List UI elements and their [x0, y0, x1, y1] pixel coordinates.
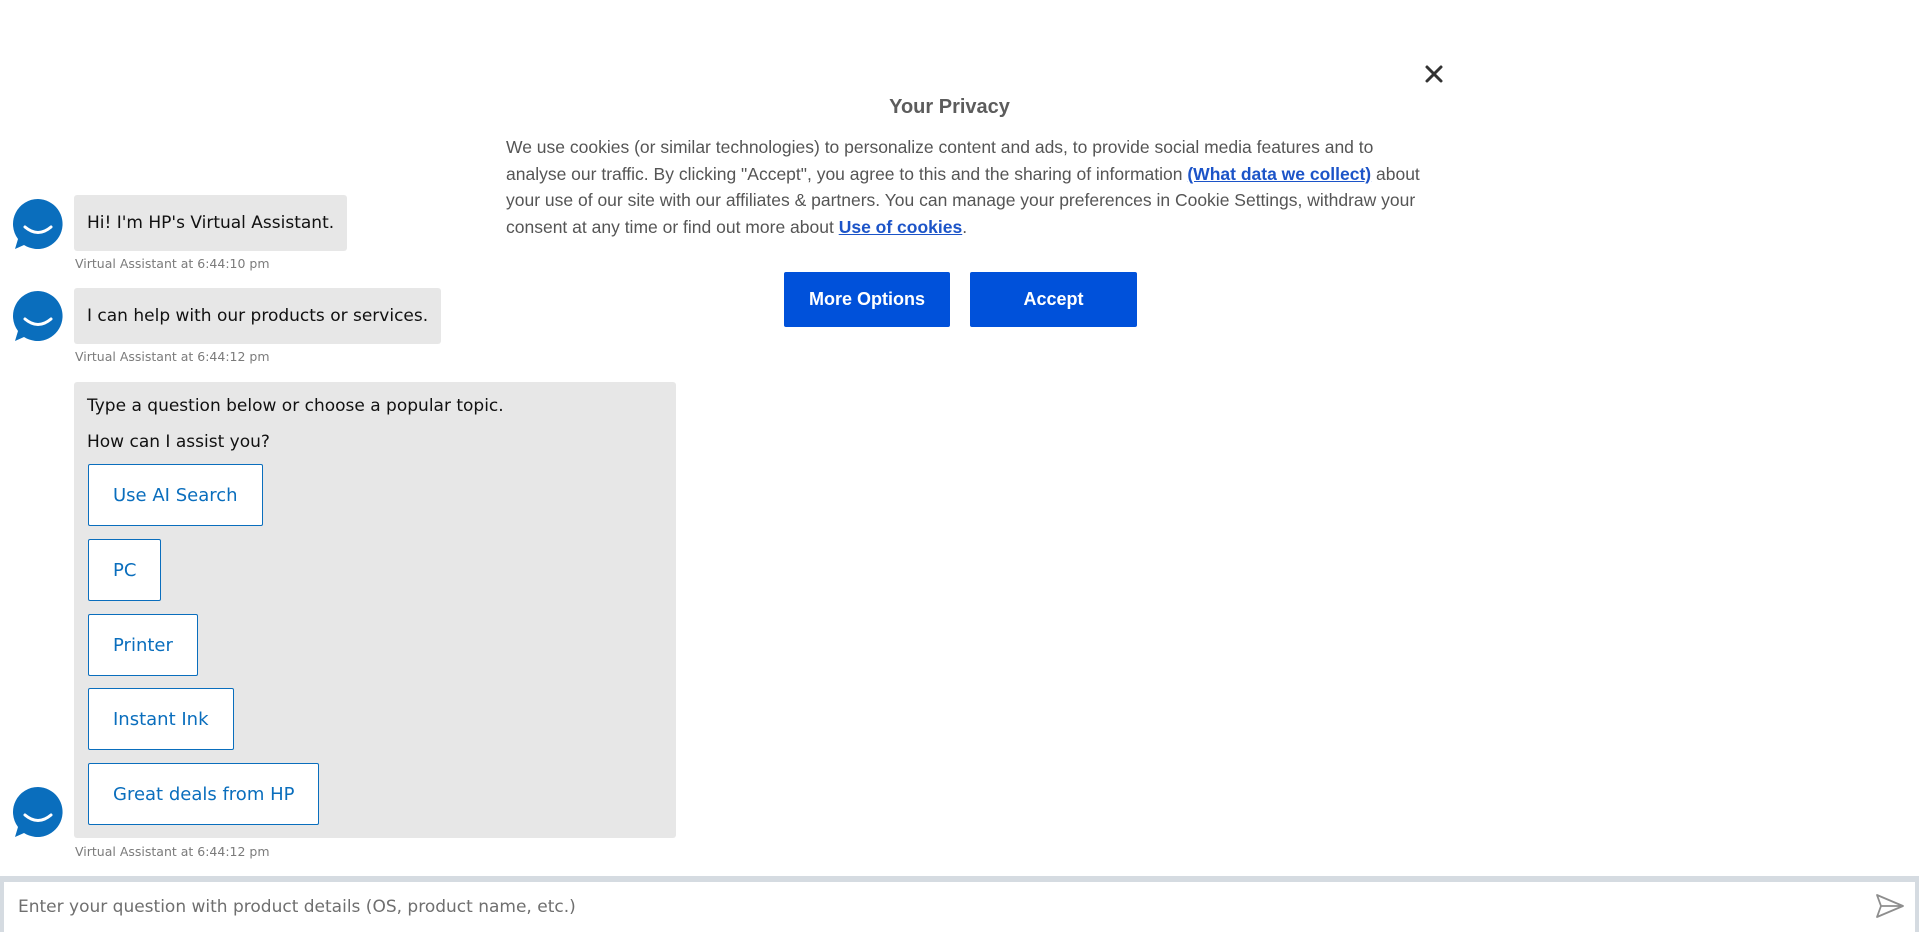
composer [4, 882, 1915, 932]
message-timestamp: Virtual Assistant at 6:44:12 pm [75, 844, 270, 859]
use-of-cookies-link[interactable]: Use of cookies [839, 217, 963, 237]
topic-button-pc[interactable]: PC [88, 539, 162, 601]
assistant-message: Hi! I'm HP's Virtual Assistant. [74, 195, 348, 251]
what-data-we-collect-link[interactable]: (What data we collect) [1187, 164, 1371, 184]
assistant-avatar-icon [12, 199, 63, 249]
message-timestamp: Virtual Assistant at 6:44:12 pm [75, 349, 270, 364]
accept-button[interactable]: Accept [970, 272, 1137, 327]
more-options-button[interactable]: More Options [784, 272, 950, 327]
topic-button-great-deals[interactable]: Great deals from HP [88, 763, 320, 825]
assistant-avatar-icon [12, 787, 63, 837]
privacy-close-button[interactable] [1420, 60, 1448, 88]
send-icon [1876, 894, 1904, 918]
privacy-title: Your Privacy [889, 96, 1010, 118]
assistant-avatar-icon [12, 291, 63, 341]
close-icon [1425, 65, 1443, 83]
privacy-text-end: . [962, 216, 968, 237]
message-timestamp: Virtual Assistant at 6:44:10 pm [75, 256, 270, 271]
topic-button-instant-ink[interactable]: Instant Ink [88, 688, 234, 750]
assist-question: How can I assist you? [87, 432, 270, 452]
privacy-text: We use cookies (or similar technologies)… [506, 134, 1426, 240]
assistant-message: I can help with our products or services… [74, 288, 442, 344]
topic-button-printer[interactable]: Printer [88, 614, 198, 676]
send-button[interactable] [1874, 892, 1906, 922]
chat-input[interactable] [4, 882, 1854, 932]
topic-card: Type a question below or choose a popula… [74, 382, 676, 838]
topic-button-ai-search[interactable]: Use AI Search [88, 464, 263, 526]
topic-prompt: Type a question below or choose a popula… [87, 396, 504, 416]
